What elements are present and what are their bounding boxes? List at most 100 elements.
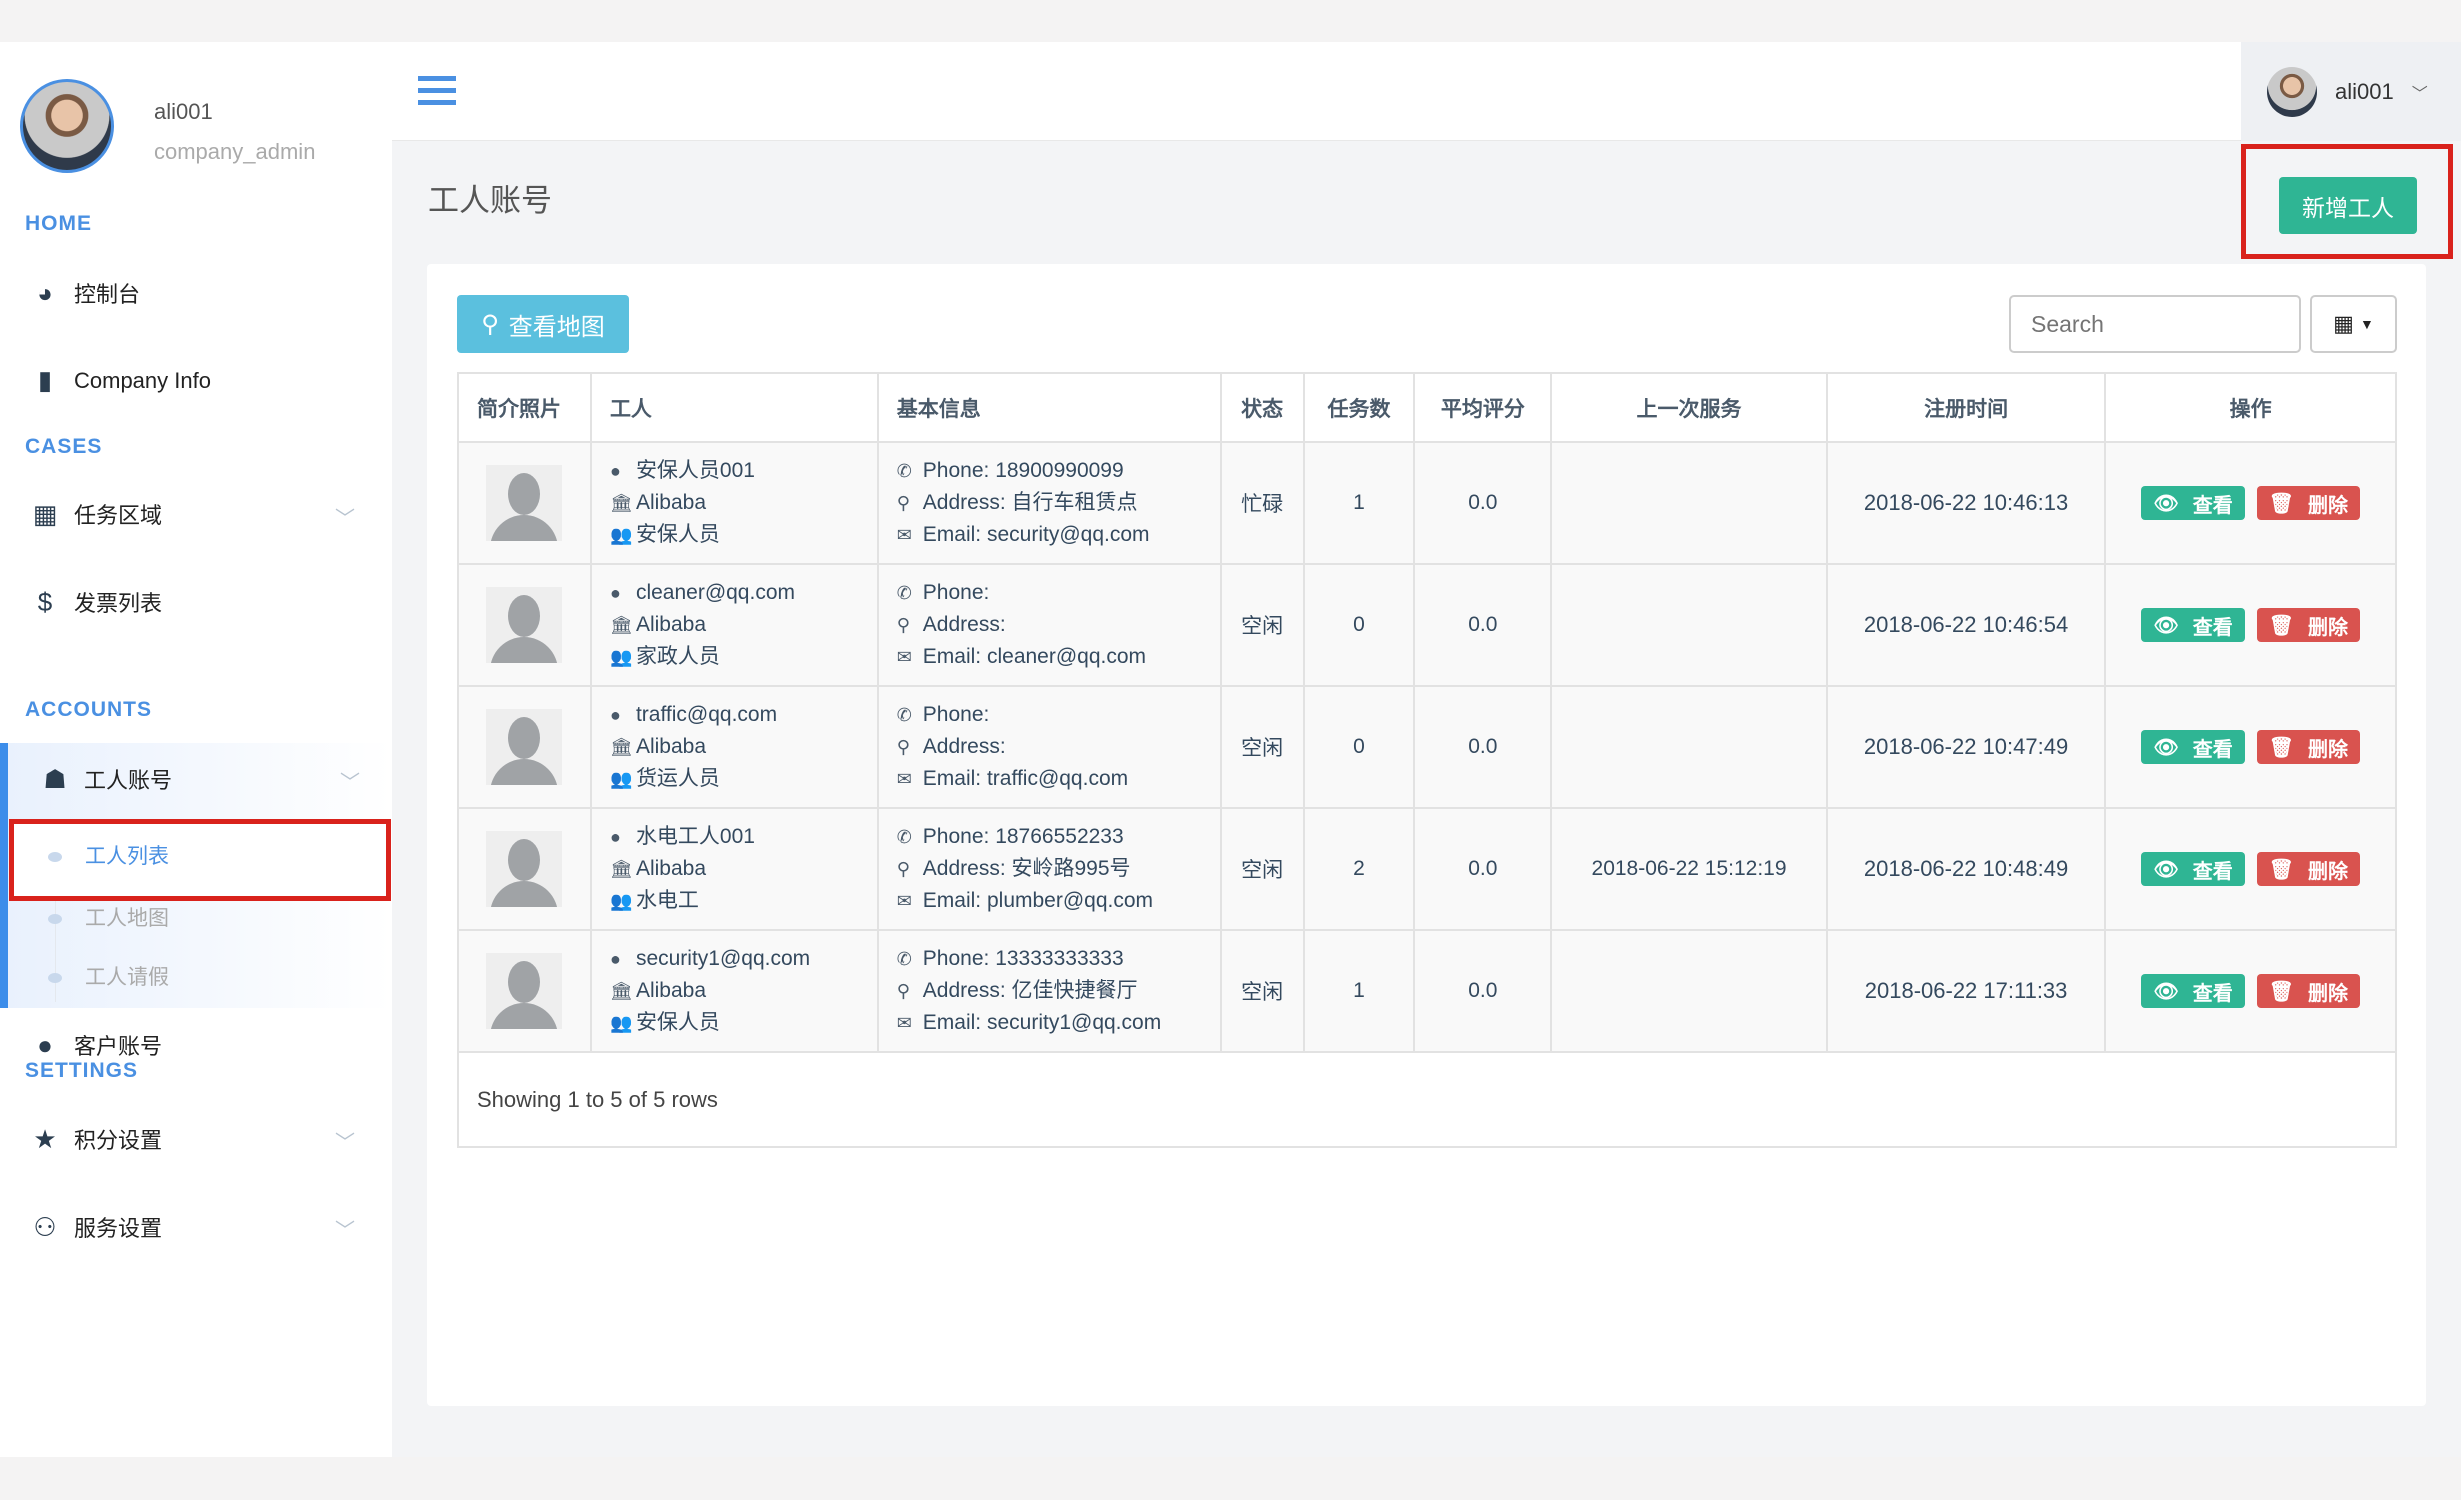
delete-button[interactable]: 🗑 删除	[2256, 852, 2360, 886]
phone-icon: ✆	[896, 827, 912, 847]
view-map-button[interactable]: ⚲ 查看地图	[457, 295, 629, 353]
eye-icon: 👁	[2153, 736, 2179, 759]
status: 空闲	[1219, 685, 1305, 809]
sidebar-item-dashboard[interactable]: ◕ 控制台	[30, 277, 140, 309]
delete-button[interactable]: 🗑 删除	[2256, 608, 2360, 642]
view-button[interactable]: 👁 查看	[2141, 730, 2245, 764]
sidebar-sub-worker-map[interactable]: 工人地图	[85, 902, 169, 932]
column-header[interactable]: 基本信息	[876, 372, 1222, 443]
type: 安保人员	[635, 1011, 720, 1034]
view-button[interactable]: 👁 查看	[2141, 974, 2245, 1008]
header-avatar	[2267, 66, 2317, 117]
view-button[interactable]: 👁 查看	[2141, 486, 2245, 520]
label: 删除	[2307, 494, 2348, 517]
label: 删除	[2307, 860, 2348, 883]
phone: Phone: 13333333333	[922, 947, 1124, 970]
view-button[interactable]: 👁 查看	[2141, 608, 2245, 642]
column-header[interactable]: 状态	[1219, 372, 1305, 443]
user-menu[interactable]: ali001 ﹀	[2241, 42, 2461, 141]
status: 忙碌	[1219, 441, 1305, 565]
envelope-icon: ✉	[896, 1013, 912, 1033]
profile-photo	[486, 831, 563, 907]
caret-down-icon: ▼	[2359, 316, 2374, 332]
chevron-down-icon: ﹀	[2411, 85, 2428, 103]
column-header[interactable]: 平均评分	[1413, 372, 1553, 443]
task-count: 2	[1302, 807, 1416, 931]
column-header[interactable]: 工人	[589, 372, 879, 443]
chevron-down-icon[interactable]: ﹀	[335, 1214, 355, 1243]
label: 客户账号	[74, 1034, 163, 1059]
column-header[interactable]: 简介照片	[457, 372, 592, 443]
email: Email: cleaner@qq.com	[922, 645, 1147, 668]
sidebar-item-service-settings[interactable]: ⚇ 服务设置	[30, 1211, 162, 1243]
sidebar-item-worker-accounts[interactable]: ☗ 工人账号	[40, 763, 172, 795]
task-count: 0	[1302, 563, 1416, 687]
sidebar-sub-worker-leave[interactable]: 工人请假	[85, 961, 169, 991]
task-count: 1	[1302, 929, 1416, 1053]
sidebar-item-customer-accounts[interactable]: ● 客户账号	[30, 1029, 162, 1061]
worker-icon: ☗	[43, 763, 67, 794]
envelope-icon: ✉	[896, 891, 912, 911]
delete-button[interactable]: 🗑 删除	[2256, 486, 2360, 520]
columns-toggle-button[interactable]: ▦ ▼	[2310, 295, 2397, 353]
sidebar-item-company-info[interactable]: ▮ Company Info	[30, 365, 211, 396]
view-button[interactable]: 👁 查看	[2141, 852, 2245, 886]
user-icon: ●	[609, 583, 621, 603]
address: Address: 亿佳快捷餐厅	[922, 979, 1138, 1002]
section-settings: SETTINGS	[25, 1059, 139, 1082]
rating: 0.0	[1413, 685, 1553, 809]
user-icon: ●	[609, 461, 621, 481]
column-header[interactable]: 注册时间	[1825, 372, 2107, 443]
label: 查看	[2192, 616, 2233, 639]
search-input[interactable]	[2009, 295, 2301, 353]
avatar	[20, 79, 114, 173]
company: Alibaba	[635, 613, 706, 636]
table-row: ● security1@qq.com 🏛 Alibaba 👥 安保人员 ✆ Phone: 1…	[457, 929, 2397, 1053]
chevron-down-icon[interactable]: ﹀	[335, 502, 355, 531]
registered-time: 2018-06-22 10:48:49	[1825, 807, 2107, 931]
eye-icon: 👁	[2153, 858, 2179, 881]
email: Email: plumber@qq.com	[922, 889, 1154, 912]
delete-button[interactable]: 🗑 删除	[2256, 730, 2360, 764]
label: 查看	[2192, 738, 2233, 761]
last-service	[1550, 563, 1828, 687]
sidebar-item-points-settings[interactable]: ★ 积分设置	[30, 1123, 162, 1155]
hamburger-menu-icon[interactable]	[418, 76, 456, 106]
user-icon: ●	[609, 827, 621, 847]
bank-icon: 🏛	[609, 859, 633, 879]
group-icon: 👥	[609, 647, 633, 667]
sidebar-sub-worker-list[interactable]: 工人列表	[85, 840, 169, 870]
column-header[interactable]: 操作	[2104, 372, 2397, 443]
trash-icon: 🗑	[2268, 858, 2294, 881]
trash-icon: 🗑	[2268, 492, 2294, 515]
section-accounts: ACCOUNTS	[25, 698, 152, 721]
new-worker-button[interactable]: 新增工人	[2279, 177, 2417, 234]
label: 服务设置	[74, 1216, 163, 1241]
bank-icon: 🏛	[609, 493, 633, 513]
highlight-box	[9, 819, 391, 901]
status: 空闲	[1219, 929, 1305, 1053]
column-header[interactable]: 上一次服务	[1550, 372, 1828, 443]
label: 发票列表	[74, 591, 163, 616]
phone: Phone: 18900990099	[922, 459, 1124, 482]
sidebar-item-invoices[interactable]: $ 发票列表	[30, 586, 162, 618]
bank-icon: 🏛	[609, 737, 633, 757]
sidebar-item-task-area[interactable]: ▦ 任务区域	[30, 498, 162, 530]
company: Alibaba	[635, 979, 706, 1002]
group-icon: 👥	[609, 891, 633, 911]
chevron-down-icon[interactable]: ﹀	[335, 1126, 355, 1155]
status: 空闲	[1219, 563, 1305, 687]
column-header[interactable]: 任务数	[1302, 372, 1416, 443]
delete-button[interactable]: 🗑 删除	[2256, 974, 2360, 1008]
phone: Phone:	[922, 581, 990, 604]
grid-icon: ▦	[2333, 311, 2354, 336]
envelope-icon: ✉	[896, 647, 912, 667]
user-icon: ●	[37, 1029, 53, 1060]
bullet-icon	[48, 973, 62, 983]
chevron-down-icon[interactable]: ﹀	[340, 766, 360, 795]
label: 查看	[2192, 494, 2233, 517]
name: cleaner@qq.com	[635, 581, 795, 604]
last-service	[1550, 441, 1828, 565]
briefcase-icon: ▮	[37, 365, 53, 395]
map-marker-icon: ⚲	[896, 615, 910, 635]
